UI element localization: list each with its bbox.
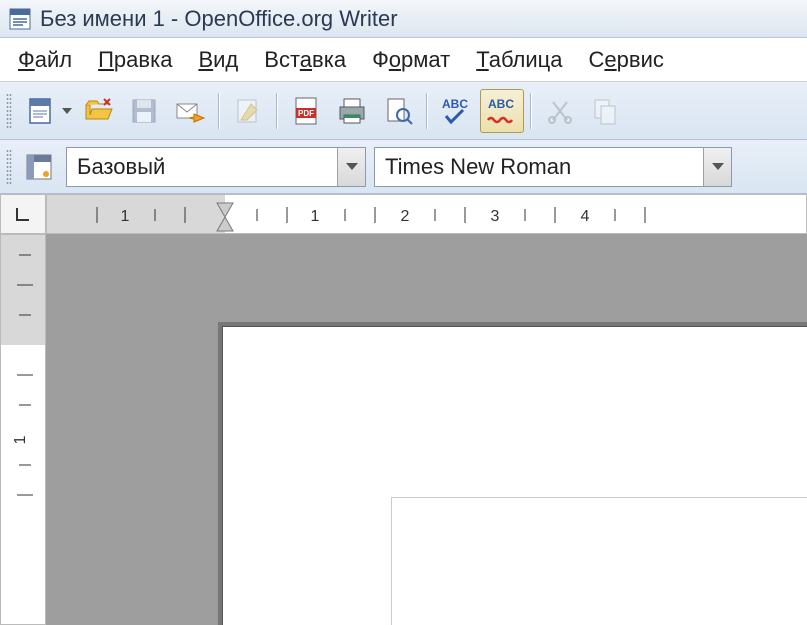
svg-text:1: 1 — [311, 208, 320, 225]
svg-text:1: 1 — [121, 208, 130, 225]
save-button[interactable] — [122, 89, 166, 133]
document-page[interactable] — [222, 326, 807, 625]
toolbar-separator — [530, 93, 532, 129]
title-bar: Без имени 1 - OpenOffice.org Writer — [0, 0, 807, 38]
toolbar-separator — [218, 93, 220, 129]
font-name-dropdown[interactable] — [703, 148, 731, 186]
pdf-icon: PDF — [291, 95, 321, 127]
toolbar-separator — [426, 93, 428, 129]
menu-view[interactable]: Вид — [188, 43, 248, 77]
spellcheck-button[interactable]: ABC — [434, 89, 478, 133]
menu-insert[interactable]: Вставка — [254, 43, 356, 77]
edit-document-icon — [233, 96, 263, 126]
svg-text:PDF: PDF — [298, 109, 314, 118]
toolbar-separator — [276, 93, 278, 129]
print-button[interactable] — [330, 89, 374, 133]
save-icon — [129, 96, 159, 126]
new-document-button[interactable] — [18, 89, 62, 133]
export-pdf-button[interactable]: PDF — [284, 89, 328, 133]
styles-icon — [24, 152, 54, 182]
svg-text:ABC: ABC — [442, 97, 468, 111]
text-frame[interactable] — [391, 497, 807, 625]
edit-document-button[interactable] — [226, 89, 270, 133]
paragraph-style-combo[interactable]: Базовый — [66, 147, 366, 187]
printer-icon — [336, 95, 368, 127]
menu-tools[interactable]: Сервис — [579, 43, 674, 77]
auto-spellcheck-button[interactable]: ABC — [480, 89, 524, 133]
svg-text:3: 3 — [491, 208, 500, 225]
new-document-dropdown[interactable] — [60, 89, 74, 133]
svg-text:2: 2 — [401, 208, 410, 225]
workspace: 1 1 2 3 4 — [0, 194, 807, 625]
menu-file[interactable]: Файл — [8, 43, 82, 77]
spellcheck-icon: ABC — [438, 94, 474, 128]
page-preview-icon — [382, 95, 414, 127]
font-name-value[interactable]: Times New Roman — [375, 148, 703, 186]
open-button[interactable] — [76, 89, 120, 133]
auto-spellcheck-icon: ABC — [484, 94, 520, 128]
svg-text:1: 1 — [12, 435, 29, 444]
print-preview-button[interactable] — [376, 89, 420, 133]
toolbar-grip[interactable] — [6, 93, 12, 129]
menu-format[interactable]: Формат — [362, 43, 460, 77]
font-name-combo[interactable]: Times New Roman — [374, 147, 732, 187]
vertical-ruler[interactable]: 1 — [0, 234, 46, 625]
menu-bar: Файл Правка Вид Вставка Формат Таблица С… — [0, 38, 807, 82]
cut-button[interactable] — [538, 89, 582, 133]
formatting-toolbar: Базовый Times New Roman — [0, 140, 807, 194]
paragraph-style-dropdown[interactable] — [337, 148, 365, 186]
document-canvas[interactable] — [46, 234, 807, 625]
scissors-icon — [545, 96, 575, 126]
open-folder-icon — [82, 95, 114, 127]
ruler-corner — [0, 194, 46, 234]
email-icon — [174, 96, 206, 126]
copy-button[interactable] — [584, 89, 628, 133]
copy-icon — [591, 96, 621, 126]
svg-text:ABC: ABC — [488, 97, 514, 111]
paragraph-style-value[interactable]: Базовый — [67, 148, 337, 186]
menu-table[interactable]: Таблица — [466, 43, 572, 77]
app-icon — [8, 7, 32, 31]
svg-text:4: 4 — [581, 208, 590, 225]
horizontal-ruler[interactable]: 1 1 2 3 4 — [46, 194, 807, 234]
menu-edit[interactable]: Правка — [88, 43, 182, 77]
new-document-icon — [24, 95, 56, 127]
email-button[interactable] — [168, 89, 212, 133]
window-title: Без имени 1 - OpenOffice.org Writer — [40, 6, 398, 32]
standard-toolbar: PDF ABC ABC — [0, 82, 807, 140]
toolbar-grip[interactable] — [6, 149, 12, 185]
styles-window-button[interactable] — [20, 148, 58, 186]
